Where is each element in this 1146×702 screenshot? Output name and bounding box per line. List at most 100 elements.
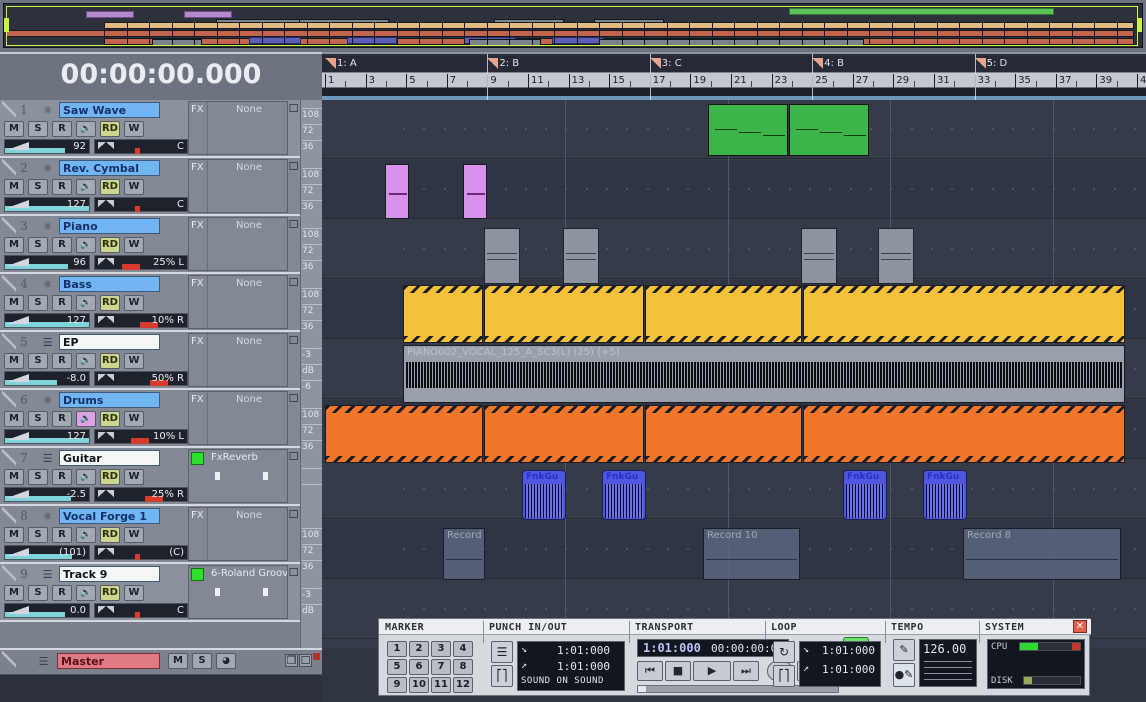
marker-button-5[interactable]: 5 xyxy=(387,659,407,675)
transport-position-bars[interactable]: 1:01:000 xyxy=(643,641,701,655)
track-maximize-icon[interactable]: ☐ xyxy=(287,277,300,290)
track-pan-slider[interactable]: C xyxy=(94,197,188,212)
track-write-automation-button[interactable]: W xyxy=(124,469,144,485)
track-monitor-button[interactable]: 🔊 xyxy=(76,179,96,195)
track-volume-slider[interactable]: 127 xyxy=(4,197,90,212)
track-arm-button[interactable]: R xyxy=(52,295,72,311)
track-read-automation-button[interactable]: RD xyxy=(100,469,120,485)
loop-range-icon[interactable]: ⎡⎤ xyxy=(773,665,795,687)
clip-record-3[interactable]: Record 8 xyxy=(963,528,1121,580)
clip-saw-wave-1[interactable] xyxy=(707,104,788,156)
track-fx-slot[interactable]: FX None xyxy=(188,275,288,330)
track-write-automation-button[interactable]: W xyxy=(124,585,144,601)
track-arm-button[interactable]: R xyxy=(52,469,72,485)
track-drag-handle[interactable] xyxy=(2,275,16,293)
master-mute-button[interactable]: M xyxy=(168,653,188,669)
clip-drums-4[interactable] xyxy=(803,405,1125,463)
track-name-field[interactable]: Drums xyxy=(59,392,160,408)
track-fx-slot[interactable]: 6-Roland Groov... xyxy=(188,565,288,619)
track-pan-slider[interactable]: 25% L xyxy=(94,255,188,270)
track-pan-slider[interactable]: (C) xyxy=(94,545,188,560)
track-fx-slot[interactable]: FX None xyxy=(188,507,288,562)
overview-left-handle[interactable] xyxy=(4,18,9,32)
track-header-8[interactable]: 8⚛Vocal Forge 1☰▮▮—☐MSR🔊RDW(101)(C)FXNon… xyxy=(0,506,322,564)
clip-drums-3[interactable] xyxy=(645,405,802,463)
track-header-2[interactable]: 2⚛Rev. Cymbal☰▮▮—☐MSR🔊RDW127CFXNone xyxy=(0,158,322,216)
track-solo-button[interactable]: S xyxy=(28,527,48,543)
transport-panel[interactable]: ✕ MARKER PUNCH IN/OUT TRANSPORT LOOP TEM… xyxy=(378,618,1091,696)
scrollbar-thumb[interactable] xyxy=(638,686,646,692)
bar-number-lane[interactable]: 1357911131517192123252729313335373941 xyxy=(322,72,1146,88)
track-pan-slider[interactable]: 25% R xyxy=(94,487,188,502)
clip-drums-2[interactable] xyxy=(484,405,644,463)
play-button[interactable]: ▶ xyxy=(693,661,731,681)
marker-2[interactable]: 2: B xyxy=(487,56,519,72)
loop-end-time[interactable]: 1:01:000 xyxy=(822,663,875,676)
track-maximize-icon[interactable]: ☐ xyxy=(287,567,300,580)
track-write-automation-button[interactable]: W xyxy=(124,527,144,543)
clip-bass-2[interactable] xyxy=(484,285,644,343)
clip-saw-wave-2[interactable] xyxy=(788,104,869,156)
fx-handle-left[interactable] xyxy=(215,588,220,596)
track-header-list[interactable]: 1⚛Saw Wave☰▮▮—☐MSR🔊RDW92CFXNone2⚛Rev. Cy… xyxy=(0,100,322,648)
stop-button[interactable]: ■ xyxy=(665,661,691,681)
clip-guitar-1[interactable]: FnkGu xyxy=(522,470,566,520)
track-maximize-icon[interactable]: ☐ xyxy=(287,219,300,232)
track-mute-button[interactable]: M xyxy=(4,295,24,311)
track-header-5[interactable]: 5☰EP▮▮—☐MSR🔊RDW-8.050% RFXNone xyxy=(0,332,322,390)
track-fx-slot[interactable]: FxReverb xyxy=(188,449,288,503)
track-maximize-icon[interactable]: ☐ xyxy=(287,451,300,464)
track-solo-button[interactable]: S xyxy=(28,121,48,137)
overview-canvas[interactable] xyxy=(3,3,1143,48)
track-fx-slot[interactable]: FX None xyxy=(188,391,288,446)
track-volume-slider[interactable]: 96 xyxy=(4,255,90,270)
track-mute-button[interactable]: M xyxy=(4,585,24,601)
marker-button-10[interactable]: 10 xyxy=(409,677,429,693)
track-name-field[interactable]: Track 9 xyxy=(59,566,160,582)
clip-drums-1[interactable] xyxy=(325,405,483,463)
track-drag-handle[interactable] xyxy=(2,159,16,177)
track-read-automation-button[interactable]: RD xyxy=(100,585,120,601)
track-arm-button[interactable]: R xyxy=(52,179,72,195)
track-header-6[interactable]: 6⚛Drums☰▮▮—☐MSR🔊RDW12710% LFXNone xyxy=(0,390,322,448)
track-drag-handle[interactable] xyxy=(2,449,16,467)
track-mute-button[interactable]: M xyxy=(4,179,24,195)
track-read-automation-button[interactable]: RD xyxy=(100,411,120,427)
track-name-field[interactable]: Piano xyxy=(59,218,160,234)
marker-button-7[interactable]: 7 xyxy=(431,659,451,675)
clip-piano-1[interactable] xyxy=(484,228,520,284)
clip-guitar-4[interactable]: FnkGu xyxy=(923,470,967,520)
marker-button-9[interactable]: 9 xyxy=(387,677,407,693)
rewind-button[interactable]: ⏮ xyxy=(637,661,663,681)
punch-in-time[interactable]: 1:01:000 xyxy=(557,644,610,657)
track-mute-button[interactable]: M xyxy=(4,353,24,369)
transport-section[interactable]: TRANSPORT xyxy=(635,622,791,694)
clip-bass-3[interactable] xyxy=(645,285,802,343)
master-solo-button[interactable]: S xyxy=(192,653,212,669)
track-maximize-icon[interactable]: ☐ xyxy=(287,393,300,406)
track-read-automation-button[interactable]: RD xyxy=(100,121,120,137)
track-read-automation-button[interactable]: RD xyxy=(100,295,120,311)
track-arm-button[interactable]: R xyxy=(52,353,72,369)
tempo-record-icon[interactable]: ●✎ xyxy=(893,663,915,687)
track-header-7[interactable]: 7☰Guitar▮▮—☐MSR🔊RDW-2.525% RFxReverb xyxy=(0,448,322,506)
track-maximize-icon[interactable]: ☐ xyxy=(287,335,300,348)
marker-button-8[interactable]: 8 xyxy=(453,659,473,675)
track-pan-slider[interactable]: C xyxy=(94,139,188,154)
fx-enable-icon[interactable] xyxy=(191,452,204,465)
track-mute-button[interactable]: M xyxy=(4,411,24,427)
clip-rev-cymbal-1[interactable] xyxy=(385,164,409,219)
arrange-lane-3[interactable] xyxy=(322,220,1146,279)
forward-button[interactable]: ⏭ xyxy=(733,661,759,681)
timeline-ruler[interactable]: 1: A 2: B 3: C 4: B 5: D 1 3 5 7 9 11 13 15 17 19 21 23… xyxy=(322,52,1146,102)
track-monitor-button[interactable]: 🔊 xyxy=(76,295,96,311)
track-drag-handle[interactable] xyxy=(2,101,16,119)
loop-toggle-icon[interactable]: ↻ xyxy=(773,641,795,663)
tempo-value[interactable]: 126.00 xyxy=(923,642,966,656)
track-volume-slider[interactable]: 127 xyxy=(4,429,90,444)
track-write-automation-button[interactable]: W xyxy=(124,295,144,311)
track-write-automation-button[interactable]: W xyxy=(124,411,144,427)
marker-5[interactable]: 5: D xyxy=(974,56,1007,72)
track-solo-button[interactable]: S xyxy=(28,469,48,485)
track-name-field[interactable]: EP xyxy=(59,334,160,350)
